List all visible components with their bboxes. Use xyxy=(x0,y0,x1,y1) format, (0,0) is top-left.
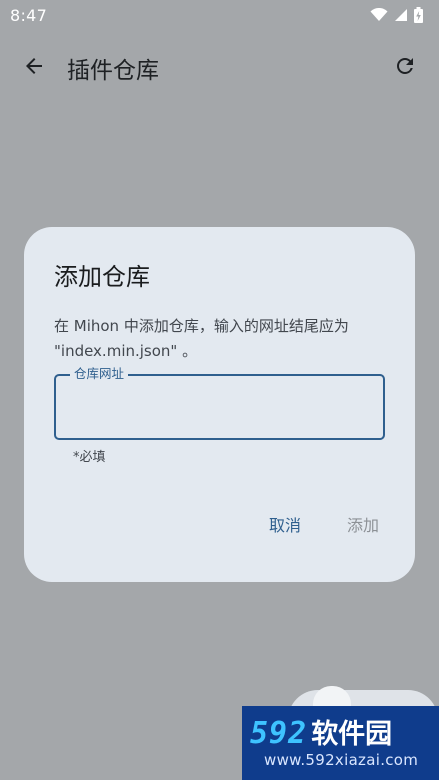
status-icons xyxy=(370,7,423,23)
dialog-description: 在 Mihon 中添加仓库，输入的网址结尾应为 "index.min.json"… xyxy=(54,317,349,360)
battery-charging-icon xyxy=(414,7,423,23)
dialog-actions: 取消 添加 xyxy=(269,512,379,536)
wifi-icon xyxy=(370,8,388,22)
back-button[interactable] xyxy=(18,52,50,84)
arrow-left-icon xyxy=(22,54,46,82)
refresh-button[interactable] xyxy=(389,52,421,84)
watermark-url: www.592xiazai.com xyxy=(264,751,419,769)
repo-url-input[interactable] xyxy=(70,390,374,426)
required-helper-text: *必填 xyxy=(73,450,106,465)
status-time: 8:47 xyxy=(10,5,48,25)
status-bar: 8:47 xyxy=(0,0,439,30)
repo-url-field[interactable]: 仓库网址 xyxy=(54,366,385,440)
repo-url-label: 仓库网址 xyxy=(70,366,129,382)
watermark-logo: 592 软件园 www.592xiazai.com xyxy=(242,706,439,780)
watermark-name: 软件园 xyxy=(311,719,393,750)
app-bar: 插件仓库 xyxy=(0,36,439,100)
dialog-title: 添加仓库 xyxy=(54,263,150,291)
add-repo-dialog: 添加仓库 在 Mihon 中添加仓库，输入的网址结尾应为 "index.min.… xyxy=(24,227,415,582)
refresh-icon xyxy=(393,54,417,82)
signal-icon xyxy=(394,8,408,22)
add-button[interactable]: 添加 xyxy=(347,512,379,536)
page-title: 插件仓库 xyxy=(67,58,159,84)
cancel-button[interactable]: 取消 xyxy=(269,512,301,536)
watermark-number: 592 xyxy=(250,716,308,751)
